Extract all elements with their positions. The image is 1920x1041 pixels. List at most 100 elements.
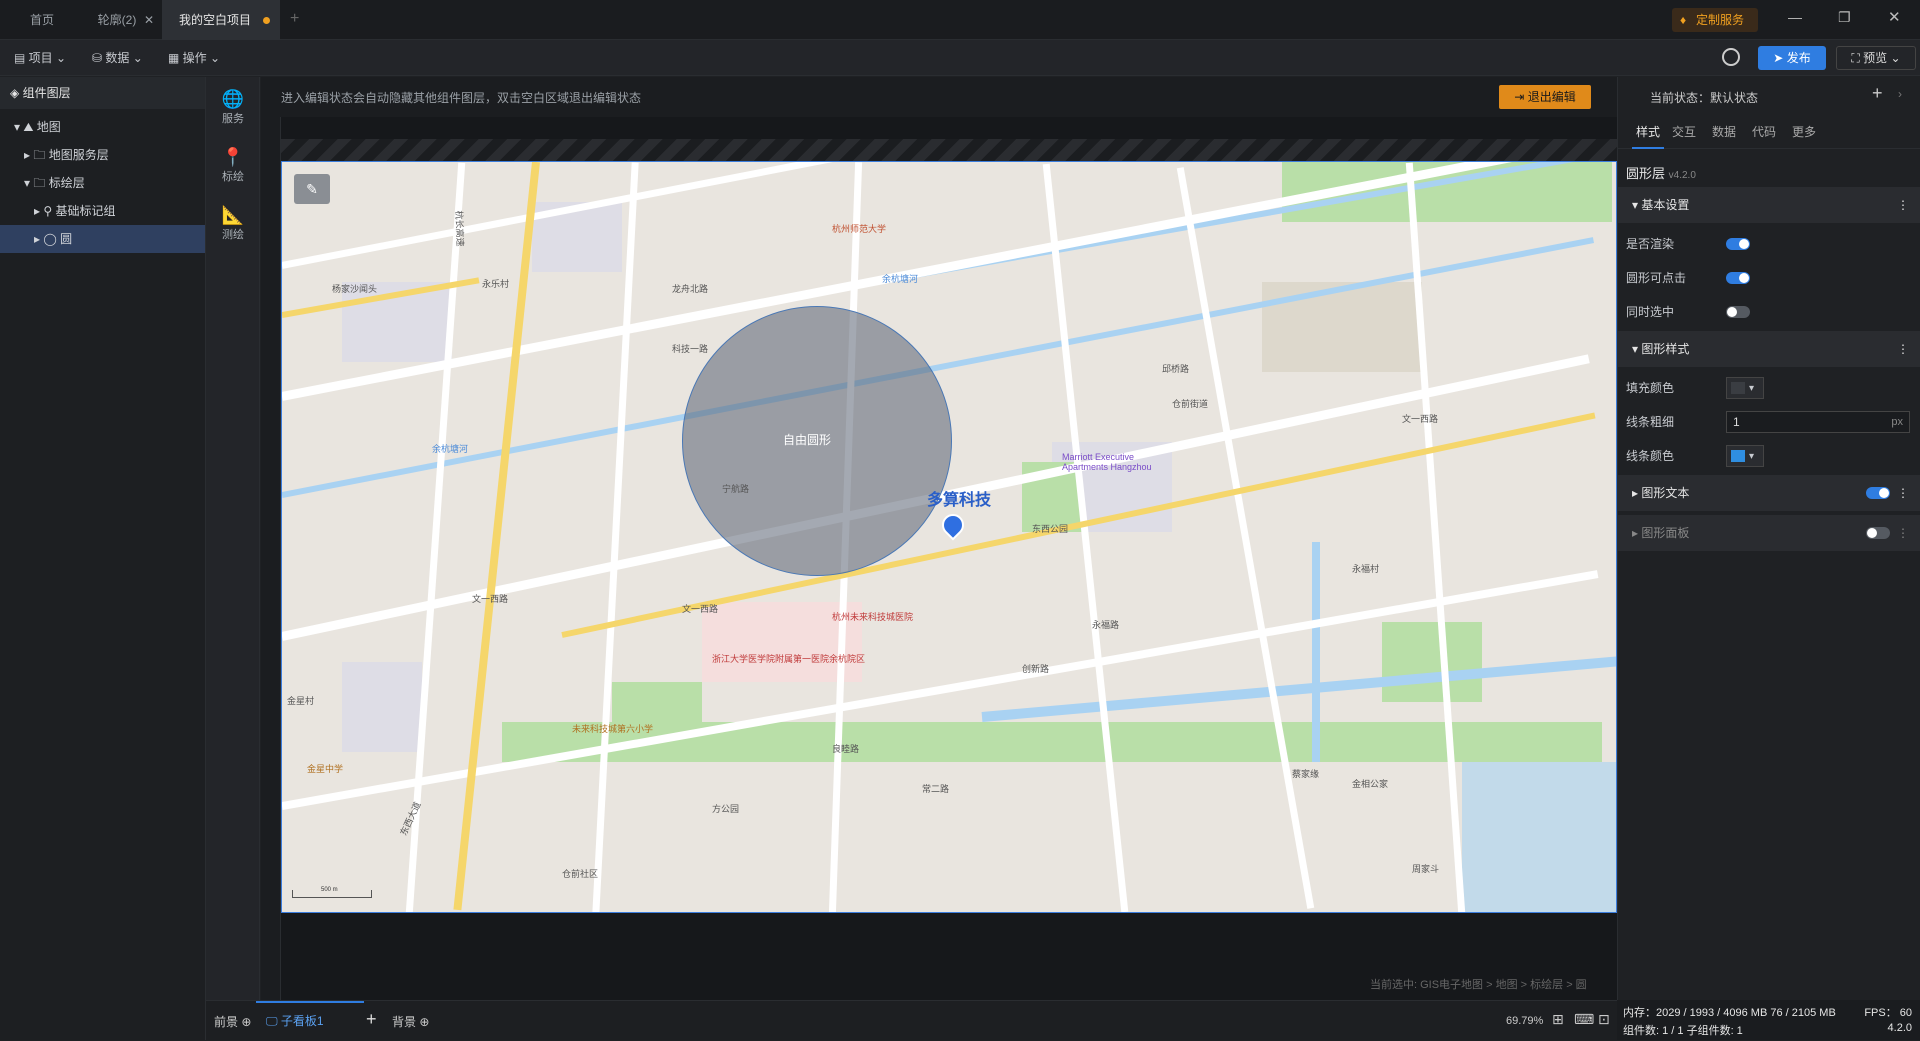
road-label: 良睦路 [832, 744, 860, 754]
place-label: 龙舟北路 [672, 284, 709, 294]
tree-item-plot-layer[interactable]: ▾ 🗀 标绘层 [0, 169, 205, 197]
console-icon[interactable]: ⊡ [1598, 1011, 1610, 1028]
road-label: 常二路 [922, 784, 950, 794]
service-tool[interactable]: 🌐 服务 [206, 89, 260, 126]
caret-down-icon: ▾ [1749, 451, 1755, 462]
scale-label: 500 m [321, 887, 338, 893]
select-together-toggle[interactable] [1726, 306, 1750, 318]
plot-label: 标绘 [222, 171, 244, 183]
search-icon[interactable] [1722, 48, 1740, 66]
place-label: 永福村 [1352, 564, 1380, 574]
caret-right-icon[interactable]: ▸ [24, 148, 33, 162]
line-width-input[interactable]: 1 px [1726, 411, 1910, 433]
tree-item-marker-group[interactable]: ▸ ⚲ 基础标记组 [0, 197, 205, 225]
more-icon[interactable]: ⋮ [1897, 331, 1909, 367]
section-text[interactable]: ▸ 图形文本 ⋮ [1618, 475, 1920, 511]
add-state-icon[interactable]: + [1872, 83, 1883, 104]
add-circle-icon[interactable]: ⊕ [419, 1015, 429, 1029]
caret-right-icon[interactable]: ▸ [34, 232, 43, 246]
status-bar: 内存：2029 / 1993 / 4096 MB 76 / 2105 MB FP… [1617, 1000, 1920, 1040]
tab-home[interactable]: 首页 [0, 0, 84, 40]
brush-tool-icon[interactable]: ✎ [294, 174, 330, 204]
prop-select-together: 同时选中 [1618, 295, 1920, 329]
road-label: 文一西路 [1402, 414, 1439, 424]
component-title: 圆形层 v4.2.0 [1626, 163, 1696, 182]
restore-icon[interactable]: ❐ [1838, 9, 1851, 26]
scale-bar: 500 m [292, 887, 372, 898]
panel-toggle[interactable] [1866, 527, 1890, 539]
tab-interaction[interactable]: 交互 [1672, 117, 1696, 149]
tab-data[interactable]: 数据 [1712, 117, 1736, 149]
text-toggle[interactable] [1866, 487, 1890, 499]
fit-screen-icon[interactable]: ⊞ [1552, 1011, 1564, 1028]
add-circle-icon[interactable]: ⊕ [241, 1015, 251, 1029]
foreground-tab[interactable]: 前景 ⊕ [214, 1013, 251, 1030]
chevron-down-icon: ⌄ [132, 51, 143, 65]
more-icon[interactable]: ⋮ [1897, 515, 1909, 551]
section-title: 图形面板 [1641, 526, 1690, 540]
survey-tool[interactable]: 📐 测绘 [206, 205, 260, 242]
unsaved-dot-icon [263, 17, 270, 24]
tab-outline[interactable]: 轮廓(2) ✕ [84, 0, 162, 40]
tree-label: 地图 [36, 120, 61, 134]
section-basic[interactable]: ▾ 基本设置 ⋮ [1618, 187, 1920, 223]
keyboard-icon[interactable]: ⌨ [1574, 1011, 1594, 1028]
custom-service-button[interactable]: ♦ 定制服务 [1672, 8, 1758, 32]
chevron-right-icon[interactable]: › [1898, 87, 1902, 101]
caret-right-icon: ▸ [1632, 486, 1642, 500]
minimize-icon[interactable]: — [1788, 9, 1802, 25]
section-panel[interactable]: ▸ 图形面板 ⋮ [1618, 515, 1920, 551]
place-label: 东西公园 [1032, 524, 1069, 534]
clickable-toggle[interactable] [1726, 272, 1750, 284]
tab-more[interactable]: 更多 [1792, 117, 1816, 149]
tree-item-circle[interactable]: ▸ ◯ 圆 [0, 225, 205, 253]
render-toggle[interactable] [1726, 238, 1750, 250]
preview-label: 预览 [1863, 51, 1888, 65]
road-label: 东西大道 [398, 800, 423, 838]
fill-color-picker[interactable]: ▾ [1726, 377, 1764, 399]
zoom-level[interactable]: 69.79% [1506, 1015, 1543, 1027]
menu-operation[interactable]: ▦ 操作 ⌄ [168, 40, 220, 76]
line-color-picker[interactable]: ▾ [1726, 445, 1764, 467]
caret-down-icon[interactable]: ▾ [24, 176, 33, 190]
add-board-icon[interactable]: + [366, 1009, 377, 1030]
tab-sub-board[interactable]: 🖵 子看板1 [256, 1001, 364, 1041]
close-window-icon[interactable]: ✕ [1888, 8, 1901, 26]
publish-button[interactable]: ➤ 发布 [1758, 46, 1826, 70]
prop-label: 是否渲染 [1626, 237, 1675, 251]
prop-label: 填充颜色 [1626, 381, 1675, 395]
more-icon[interactable]: ⋮ [1897, 187, 1909, 223]
exit-edit-button[interactable]: ⇥ 退出编辑 [1499, 85, 1591, 109]
tab-style[interactable]: 样式 [1632, 117, 1665, 149]
section-style[interactable]: ▾ 图形样式 ⋮ [1618, 331, 1920, 367]
caret-down-icon[interactable]: ▾ [14, 120, 23, 134]
chevron-down-icon: ⌄ [1890, 51, 1901, 65]
map-block [1262, 282, 1422, 372]
caret-right-icon: ▸ [1632, 526, 1642, 540]
menu-project[interactable]: ▤ 项目 ⌄ [14, 40, 66, 76]
menu-data[interactable]: ⛁ 数据 ⌄ [92, 40, 143, 76]
more-icon[interactable]: ⋮ [1897, 475, 1909, 511]
menu-label: 操作 [182, 51, 207, 65]
tab-code[interactable]: 代码 [1752, 117, 1776, 149]
road-label: 文一西路 [682, 604, 719, 614]
add-tab-icon[interactable]: + [290, 10, 299, 28]
edit-boundary-stripe [281, 139, 1617, 161]
caret-right-icon[interactable]: ▸ [34, 204, 43, 218]
tab-my-project[interactable]: 我的空白项目 [162, 0, 280, 40]
place-label: 金星中学 [307, 764, 344, 774]
map-block [342, 662, 422, 752]
tree-item-map-service[interactable]: ▸ 🗀 地图服务层 [0, 141, 205, 169]
state-label[interactable]: 当前状态：默认状态 [1650, 89, 1758, 106]
location-pin-icon[interactable] [937, 509, 969, 541]
poi-main-label: 多算科技 [927, 492, 992, 509]
map-view[interactable]: 自由圆形 多算科技 Marriott Executive Apartments … [281, 161, 1617, 913]
place-label: 蔡家缘 [1292, 769, 1320, 779]
plot-tool[interactable]: 📍 标绘 [206, 147, 260, 184]
background-tab[interactable]: 背景 ⊕ [392, 1013, 429, 1030]
component-name: 圆形层 [1626, 166, 1666, 181]
tree-item-map[interactable]: ▾ ⛰ 地图 [0, 113, 205, 141]
drawn-circle[interactable]: 自由圆形 [682, 306, 952, 576]
close-icon[interactable]: ✕ [144, 0, 154, 40]
preview-button[interactable]: ⛶ 预览 ⌄ [1836, 46, 1916, 70]
